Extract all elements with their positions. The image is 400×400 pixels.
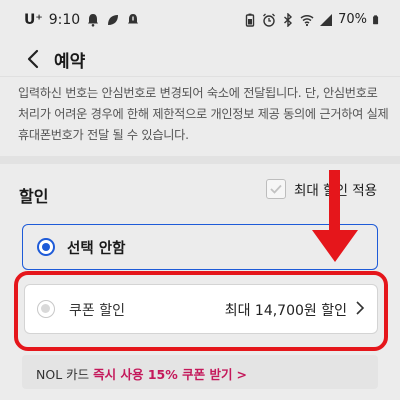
bluetooth-icon [284,12,293,27]
page-title: 예약 [54,52,86,72]
promo-arrow: > [236,367,247,382]
notification-bell-icon [88,14,99,27]
battery-percent: 70% [338,12,367,27]
discount-section-title: 할인 [19,187,49,206]
section-divider [0,156,400,164]
status-right: 70% [243,12,382,27]
privacy-notice: 입력하신 번호는 안심번호로 변경되어 숙소에 전달됩니다. 단, 안심번호로 … [0,76,400,157]
coupon-discount-value: 최대 14,700원 할인 [224,303,347,319]
promo-emphasis: 즉시 사용 15% 쿠폰 받기 [93,367,233,382]
privacy-notice-text: 입력하신 번호는 안심번호로 변경되어 숙소에 전달됩니다. 단, 안심번호로 … [18,86,389,142]
carrier-label: U⁺ [24,12,43,28]
radio-unselected[interactable] [37,300,55,318]
clock: 9:10 [48,12,81,28]
check-icon [270,184,282,194]
alert-bell-icon [128,14,139,24]
chevron-right-icon [356,301,365,315]
signal-icon [320,13,333,26]
leaf-icon [108,15,119,25]
battery-saver-icon [245,13,255,27]
option-no-discount-label: 선택 안함 [67,241,126,257]
annotation-arrow-icon [312,170,358,262]
option-coupon-discount[interactable]: 쿠폰 할인 최대 14,700원 할인 [24,284,378,334]
status-bar: U⁺ 9:10 70% [0,0,400,42]
app-header: 예약 [0,42,400,76]
wifi-icon [300,14,314,26]
coupon-discount-label: 쿠폰 할인 [69,303,125,319]
battery-icon [373,14,379,24]
radio-selected[interactable] [37,238,55,256]
max-discount-checkbox[interactable] [266,179,286,199]
card-coupon-promo[interactable]: NOL 카드 즉시 사용 15% 쿠폰 받기 > [22,355,378,389]
promo-prefix: NOL 카드 [36,367,90,382]
promo-text: NOL 카드 즉시 사용 15% 쿠폰 받기 > [36,364,247,383]
status-left: U⁺ 9:10 [24,12,140,28]
alarm-icon [263,13,276,27]
back-arrow-icon[interactable] [22,46,46,72]
